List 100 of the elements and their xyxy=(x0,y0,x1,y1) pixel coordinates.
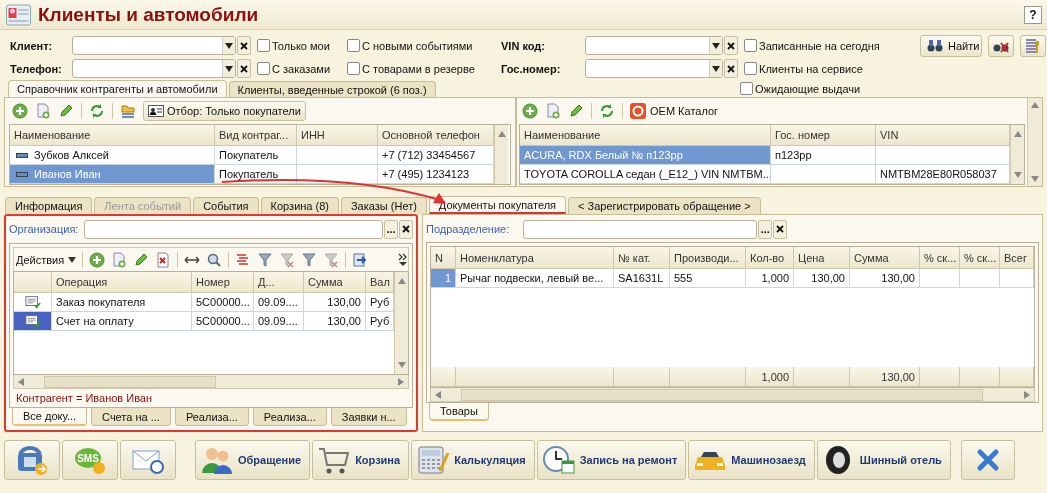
input-field[interactable] xyxy=(72,36,236,55)
checkbox[interactable] xyxy=(740,82,753,95)
scroll-thumb[interactable] xyxy=(44,375,216,388)
tab[interactable]: Корзина (8) xyxy=(260,197,339,214)
document-plus-icon[interactable] xyxy=(35,103,51,119)
filter-clear-icon[interactable] xyxy=(279,251,296,268)
dropdown-icon[interactable] xyxy=(225,65,233,72)
input-field[interactable] xyxy=(523,219,758,239)
vertical-scrollbar[interactable] xyxy=(1010,125,1024,184)
clear-button[interactable] xyxy=(724,59,738,78)
catalog-button[interactable]: OEM Каталог xyxy=(630,100,719,122)
clear-search-button[interactable] xyxy=(988,34,1014,57)
input-field[interactable] xyxy=(84,219,383,239)
scroll-up-icon[interactable] xyxy=(1013,131,1022,137)
column-header[interactable]: Сумма xyxy=(304,272,366,293)
checkbox[interactable] xyxy=(744,62,757,75)
column-header[interactable]: Операция xyxy=(52,272,192,293)
checkbox[interactable] xyxy=(257,39,270,52)
export-icon[interactable] xyxy=(352,251,369,268)
column-header[interactable]: Номер xyxy=(192,272,254,293)
column-header[interactable]: Вал xyxy=(366,272,394,293)
clear-button[interactable] xyxy=(773,219,788,239)
refresh-icon[interactable] xyxy=(89,103,105,119)
tab[interactable]: Информация xyxy=(5,197,93,214)
folder-icon[interactable] xyxy=(120,103,136,119)
scroll-thumb[interactable] xyxy=(461,388,983,401)
tab[interactable]: Заявки н... xyxy=(330,408,407,426)
scroll-down-icon[interactable] xyxy=(1031,176,1039,182)
column-header[interactable]: Номенклатура xyxy=(456,247,614,269)
toolbar-button[interactable]: Шинный отель xyxy=(816,440,951,480)
tab[interactable]: Счета на ... xyxy=(91,408,171,426)
scroll-left-icon[interactable] xyxy=(435,390,441,399)
delete-icon[interactable] xyxy=(155,251,172,268)
filter-icon[interactable] xyxy=(301,251,318,268)
column-header[interactable]: % ск... xyxy=(960,247,1000,269)
more-icon[interactable] xyxy=(398,252,408,267)
tab[interactable]: Реализа... xyxy=(174,408,249,426)
column-header[interactable]: % ск... xyxy=(920,247,960,269)
add-icon[interactable] xyxy=(12,103,28,119)
clear-button[interactable] xyxy=(724,36,738,55)
vertical-scrollbar[interactable] xyxy=(494,125,508,184)
toolbar-button[interactable] xyxy=(120,440,176,480)
actions-menu[interactable]: Действия xyxy=(16,248,77,271)
checkbox[interactable] xyxy=(744,39,757,52)
help-button[interactable]: ? xyxy=(1024,5,1042,24)
document-plus-icon[interactable] xyxy=(111,251,128,268)
dropdown-icon[interactable] xyxy=(712,65,720,72)
filter-icon[interactable] xyxy=(257,251,274,268)
vertical-scrollbar[interactable] xyxy=(1027,98,1042,186)
checkbox[interactable] xyxy=(347,62,360,75)
clear-button[interactable] xyxy=(237,59,251,78)
settings-button[interactable] xyxy=(1020,34,1046,57)
scroll-right-icon[interactable] xyxy=(1024,390,1030,399)
toolbar-button[interactable]: Машинозаезд xyxy=(688,440,815,480)
tab[interactable]: Клиенты, введенные строкой (6 поз.) xyxy=(228,81,436,97)
input-field[interactable] xyxy=(72,59,236,78)
column-header[interactable]: Вид контраг... xyxy=(215,125,297,146)
tab[interactable]: События xyxy=(193,197,259,214)
column-header[interactable]: Основной телефон xyxy=(378,125,494,146)
scroll-up-icon[interactable] xyxy=(397,278,406,284)
refresh-icon[interactable] xyxy=(599,103,615,119)
tab[interactable]: Документы покупателя xyxy=(428,196,566,214)
vertical-scrollbar[interactable] xyxy=(394,272,408,374)
filter-clear-icon[interactable] xyxy=(323,251,340,268)
tab[interactable]: Реализа... xyxy=(252,408,327,426)
add-icon[interactable] xyxy=(89,251,106,268)
tab[interactable]: Все доку... xyxy=(12,408,88,426)
column-header[interactable]: Наименование xyxy=(10,125,215,146)
dropdown-icon[interactable] xyxy=(712,42,720,49)
column-header[interactable]: Гос. номер xyxy=(771,125,876,146)
tab[interactable]: < Зарегистрировать обращение > xyxy=(568,197,761,214)
document-plus-icon[interactable] xyxy=(545,103,561,119)
horizontal-scrollbar[interactable] xyxy=(430,388,1035,402)
pencil-icon[interactable] xyxy=(568,103,584,119)
close-button[interactable] xyxy=(960,440,1015,480)
search-icon[interactable] xyxy=(206,251,223,268)
scroll-up-icon[interactable] xyxy=(497,131,506,137)
pencil-icon[interactable] xyxy=(133,251,150,268)
add-icon[interactable] xyxy=(522,103,538,119)
scroll-down-icon[interactable] xyxy=(397,362,406,368)
scroll-right-icon[interactable] xyxy=(398,377,404,386)
column-header[interactable]: Цена xyxy=(794,247,850,269)
select-button[interactable]: ... xyxy=(758,219,773,239)
column-header[interactable]: Наименование xyxy=(520,125,771,146)
toolbar-button[interactable]: Корзина xyxy=(312,440,410,480)
checkbox[interactable] xyxy=(257,62,270,75)
input-field[interactable] xyxy=(585,36,723,55)
column-header[interactable]: Кол-во xyxy=(746,247,794,269)
column-header[interactable]: Производи... xyxy=(670,247,746,269)
input-field[interactable] xyxy=(585,59,723,78)
column-header[interactable]: Всег xyxy=(1000,247,1034,269)
scroll-left-icon[interactable] xyxy=(18,377,24,386)
toolbar-button[interactable]: Обращение xyxy=(195,440,311,480)
clear-button[interactable] xyxy=(237,36,251,55)
scroll-up-icon[interactable] xyxy=(1031,102,1039,108)
dropdown-icon[interactable] xyxy=(225,42,233,49)
filter-button[interactable]: Отбор: Только покупатели xyxy=(143,101,306,121)
checkbox[interactable] xyxy=(347,39,360,52)
toolbar-button[interactable]: Калькуляция xyxy=(411,440,535,480)
clear-button[interactable] xyxy=(399,219,413,239)
